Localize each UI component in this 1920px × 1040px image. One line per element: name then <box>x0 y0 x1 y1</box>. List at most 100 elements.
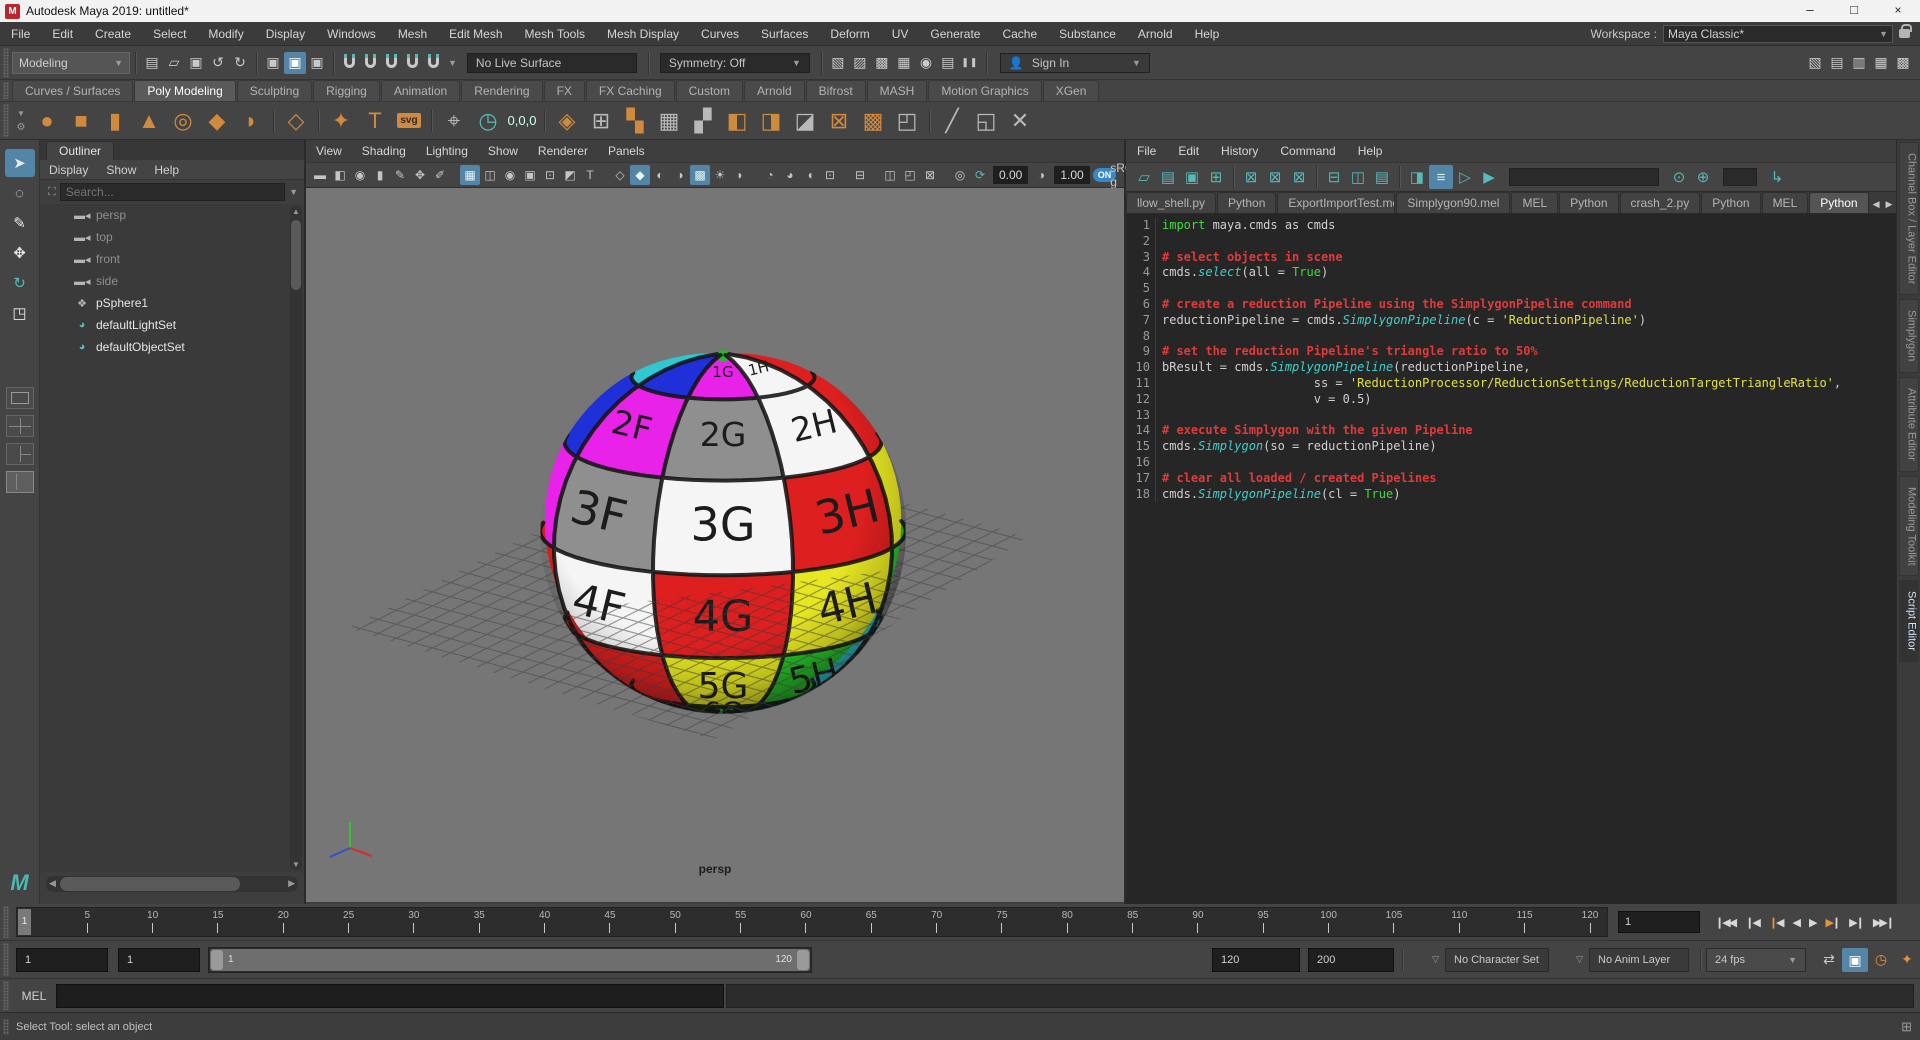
render-settings-icon[interactable]: ▦ <box>893 52 915 74</box>
echo-commands-icon[interactable]: ◨ <box>1405 165 1429 189</box>
menu-item-edit[interactable]: Edit <box>41 22 84 46</box>
sign-in-button[interactable]: 👤 Sign In ▼ <box>1000 53 1150 73</box>
horizontal-scrollbar[interactable]: ◀ ▶ <box>46 876 298 892</box>
scrollbar-thumb[interactable] <box>60 877 240 891</box>
menu-item-substance[interactable]: Substance <box>1048 22 1127 46</box>
ipr-render-icon[interactable]: ▩ <box>871 52 893 74</box>
poly-cylinder-icon[interactable]: ▮ <box>98 105 132 137</box>
xgen-toggle-icon[interactable]: ▤ <box>1826 52 1848 74</box>
multi-cut-icon[interactable]: ▞ <box>686 105 720 137</box>
drag-handle[interactable] <box>3 906 9 938</box>
drag-handle[interactable] <box>3 1019 9 1035</box>
poly-text-icon[interactable]: T <box>358 105 392 137</box>
select-tool-icon[interactable]: ➤ <box>5 149 35 177</box>
line-numbers-icon[interactable]: ≡ <box>1429 165 1453 189</box>
target-weld-icon[interactable]: ◱ <box>969 105 1003 137</box>
script-tab-mel[interactable]: MEL <box>1762 192 1809 213</box>
menu-item-mesh[interactable]: Mesh <box>387 22 438 46</box>
shelf-menu-button[interactable]: ▼⚙ <box>12 109 30 133</box>
viewport-menu-show[interactable]: Show <box>478 144 528 158</box>
filter-icon[interactable]: ⛶ <box>48 186 56 199</box>
command-language-toggle[interactable]: MEL <box>12 989 56 1003</box>
script-tab-llow-shell-py[interactable]: llow_shell.py <box>1126 192 1216 213</box>
motion-blur-icon[interactable]: ⊡ <box>820 165 840 185</box>
side-tab-script-editor[interactable]: Script Editor <box>1899 580 1919 662</box>
channel-box-toggle-icon[interactable]: ▥ <box>1848 52 1870 74</box>
outliner-item-persp[interactable]: ▬◂persp <box>40 204 304 226</box>
gamma-value[interactable]: 1.00 <box>1054 166 1089 184</box>
menu-item-generate[interactable]: Generate <box>919 22 991 46</box>
open-script-icon[interactable]: ▱ <box>1132 165 1156 189</box>
refresh-icon[interactable]: ⟳ <box>970 165 990 185</box>
reduce-icon[interactable]: ◰ <box>890 105 924 137</box>
range-slider-bar[interactable]: 1 120 <box>210 949 810 971</box>
extrude-icon[interactable]: ⊠ <box>822 105 856 137</box>
script-tab-python[interactable]: Python <box>1217 192 1276 213</box>
clear-all-icon[interactable]: ⊠ <box>1287 165 1311 189</box>
xray-joints-icon[interactable]: ◰ <box>900 165 920 185</box>
mirror-icon[interactable]: ▚ <box>618 105 652 137</box>
vertical-scrollbar[interactable]: ▲ ▼ <box>290 206 302 870</box>
indent-icon[interactable]: ↳ <box>1765 165 1789 189</box>
anim-layer-selector[interactable]: No Anim Layer <box>1589 948 1689 972</box>
exposure-value[interactable]: 0.00 <box>993 166 1028 184</box>
script-editor-menu-file[interactable]: File <box>1126 144 1167 158</box>
layout-split-pane-icon[interactable] <box>6 443 34 465</box>
modeling-toolkit-toggle-icon[interactable]: ▧ <box>1804 52 1826 74</box>
step-back-key-icon[interactable]: ❙◀ <box>1764 916 1788 929</box>
play-forwards-icon[interactable]: ▶ <box>1804 916 1820 929</box>
redo-icon[interactable]: ↻ <box>229 52 251 74</box>
script-tab-python[interactable]: Python <box>1809 192 1868 213</box>
default-lighting-icon[interactable]: ☀ <box>710 165 730 185</box>
mini-field[interactable] <box>1723 168 1757 186</box>
light-editor-icon[interactable]: ▤ <box>937 52 959 74</box>
chevron-down-icon[interactable]: ▼ <box>289 187 298 197</box>
command-input[interactable] <box>56 984 724 1008</box>
snap-origin-icon[interactable]: 0,0,0 <box>505 105 539 137</box>
snap-projected-center-icon[interactable] <box>407 58 418 68</box>
script-tab-mel[interactable]: MEL <box>1511 192 1558 213</box>
time-slider-track[interactable]: 1 51015202530354045505560657075808590951… <box>16 907 1608 937</box>
viewport-menu-shading[interactable]: Shading <box>352 144 416 158</box>
exposure-icon[interactable]: ◎ <box>950 165 970 185</box>
select-hierarchy-icon[interactable]: ▣ <box>262 52 284 74</box>
menu-item-uv[interactable]: UV <box>881 22 920 46</box>
shelf-tab-mash[interactable]: MASH <box>867 80 928 101</box>
shelf-tab-sculpting[interactable]: Sculpting <box>237 80 312 101</box>
shelf-tab-arnold[interactable]: Arnold <box>744 80 805 101</box>
poly-disc-icon[interactable]: ◗ <box>234 105 268 137</box>
close-button[interactable]: × <box>1876 0 1920 22</box>
image-plane-icon[interactable]: ✎ <box>390 165 410 185</box>
go-to-end-icon[interactable]: ▶▶❙ <box>1868 916 1898 929</box>
xray-active-icon[interactable]: ⊠ <box>920 165 940 185</box>
show-history-only-icon[interactable]: ◫ <box>1346 165 1370 189</box>
clear-history-icon[interactable]: ⊠ <box>1263 165 1287 189</box>
poly-cube-icon[interactable]: ■ <box>64 105 98 137</box>
outliner-menu-show[interactable]: Show <box>97 163 145 177</box>
select-component-icon[interactable]: ▣ <box>306 52 328 74</box>
chevron-down-icon[interactable]: ▽ <box>1576 954 1583 965</box>
shelf-tab-fx[interactable]: FX <box>544 80 585 101</box>
outliner-item-side[interactable]: ▬◂side <box>40 270 304 292</box>
menu-item-windows[interactable]: Windows <box>316 22 387 46</box>
playback-start-field[interactable]: 1 <box>118 948 200 972</box>
scroll-left-icon[interactable]: ◀ <box>49 878 56 889</box>
rotate-tool-icon[interactable]: ↻ <box>5 269 35 297</box>
lock-camera-icon[interactable]: ◧ <box>330 165 350 185</box>
range-start-handle[interactable] <box>211 950 223 970</box>
menu-item-display[interactable]: Display <box>255 22 316 46</box>
shelf-tab-curves-surfaces[interactable]: Curves / Surfaces <box>12 80 133 101</box>
svg-icon[interactable]: svg <box>392 105 426 137</box>
snap-curve-icon[interactable] <box>365 58 376 68</box>
save-selected-icon[interactable]: ⊞ <box>1204 165 1228 189</box>
select-object-icon[interactable]: ▣ <box>284 52 306 74</box>
execute-icon[interactable]: ▷ <box>1453 165 1477 189</box>
loop-playback-icon[interactable]: ⇄ <box>1816 951 1842 968</box>
maximize-button[interactable]: □ <box>1832 0 1876 22</box>
drag-handle[interactable] <box>3 104 9 137</box>
use-all-lights-icon[interactable]: ◔ <box>760 165 780 185</box>
snap-grid-icon[interactable] <box>344 58 355 68</box>
animation-end-field[interactable]: 200 <box>1308 948 1394 972</box>
grid-fill-icon[interactable]: ▦ <box>652 105 686 137</box>
quad-draw-icon[interactable]: ◧ <box>720 105 754 137</box>
